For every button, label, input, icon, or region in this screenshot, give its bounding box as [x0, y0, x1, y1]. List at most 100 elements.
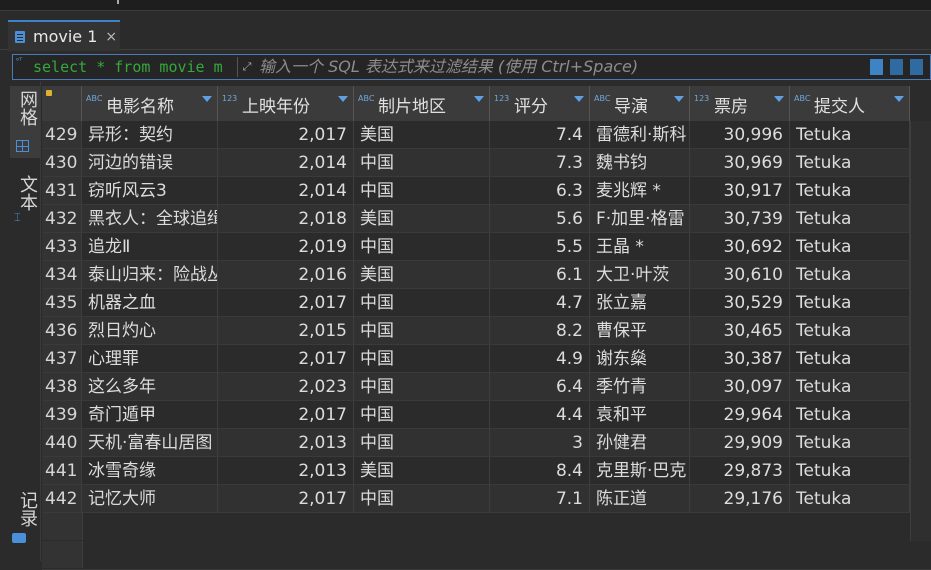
row-number-header[interactable] — [42, 86, 82, 121]
row-number[interactable]: 439 — [42, 401, 82, 429]
cell-score[interactable]: 3 — [490, 429, 590, 457]
cell-release-year[interactable]: 2,014 — [218, 177, 354, 205]
cell-region[interactable]: 中国 — [354, 233, 490, 261]
cell-movie-name[interactable]: 天机·富春山居图 — [82, 429, 218, 457]
cell-movie-name[interactable]: 冰雪奇缘 — [82, 457, 218, 485]
row-number[interactable]: 431 — [42, 177, 82, 205]
sort-arrow-icon[interactable] — [894, 96, 904, 102]
table-row[interactable]: 436 烈日灼心 2,015 中国 8.2 曹保平 30,465 Tetuka — [42, 317, 910, 345]
filter-input[interactable]: 输入一个 SQL 表达式来过滤结果 (使用 Ctrl+Space) — [259, 57, 638, 77]
cell-movie-name[interactable]: 窃听风云3 — [82, 177, 218, 205]
cell-release-year[interactable]: 2,019 — [218, 233, 354, 261]
table-row[interactable]: 442 记忆大师 2,017 中国 7.1 陈正道 29,176 Tetuka — [42, 485, 910, 513]
cell-movie-name[interactable]: 追龙Ⅱ — [82, 233, 218, 261]
cell-region[interactable]: 中国 — [354, 149, 490, 177]
cell-region[interactable]: 中国 — [354, 289, 490, 317]
cell-region[interactable]: 美国 — [354, 121, 490, 149]
cell-region[interactable]: 中国 — [354, 401, 490, 429]
cell-director[interactable]: 陈正道 — [590, 485, 690, 513]
table-row[interactable]: 440 天机·富春山居图 2,013 中国 3 孙健君 29,909 Tetuka — [42, 429, 910, 457]
cell-score[interactable]: 7.4 — [490, 121, 590, 149]
cell-box-office[interactable]: 30,465 — [690, 317, 790, 345]
cell-release-year[interactable]: 2,017 — [218, 401, 354, 429]
row-number[interactable]: 440 — [42, 429, 82, 457]
cell-submitter[interactable]: Tetuka — [790, 233, 910, 261]
tab-movie-1[interactable]: movie 1 × — [8, 20, 120, 51]
sql-query-field[interactable]: select * from movie m — [33, 57, 237, 77]
table-row[interactable]: 433 追龙Ⅱ 2,019 中国 5.5 王晶 * 30,692 Tetuka — [42, 233, 910, 261]
column-header-box-office[interactable]: 123 票房 — [690, 86, 790, 121]
row-number[interactable]: 430 — [42, 149, 82, 177]
table-row[interactable]: 439 奇门遁甲 2,017 中国 4.4 袁和平 29,964 Tetuka — [42, 401, 910, 429]
cell-submitter[interactable]: Tetuka — [790, 401, 910, 429]
cell-region[interactable]: 美国 — [354, 457, 490, 485]
cell-score[interactable]: 5.5 — [490, 233, 590, 261]
cell-submitter[interactable]: Tetuka — [790, 261, 910, 289]
cell-score[interactable]: 6.4 — [490, 373, 590, 401]
cell-director[interactable]: 雷德利·斯科 — [590, 121, 690, 149]
cell-release-year[interactable]: 2,018 — [218, 205, 354, 233]
cell-submitter[interactable]: Tetuka — [790, 317, 910, 345]
column-header-release-year[interactable]: 123 上映年份 — [218, 86, 354, 121]
cell-region[interactable]: 中国 — [354, 429, 490, 457]
cell-director[interactable]: F·加里·格雷 — [590, 205, 690, 233]
cell-submitter[interactable]: Tetuka — [790, 345, 910, 373]
cell-movie-name[interactable]: 烈日灼心 — [82, 317, 218, 345]
sort-arrow-icon[interactable] — [574, 96, 584, 102]
cell-submitter[interactable]: Tetuka — [790, 485, 910, 513]
column-header-submitter[interactable]: ABC 提交人 — [790, 86, 910, 121]
row-number[interactable]: 434 — [42, 261, 82, 289]
clear-filter-icon[interactable] — [890, 59, 903, 75]
apply-filter-icon[interactable] — [870, 59, 883, 75]
cell-box-office[interactable]: 30,529 — [690, 289, 790, 317]
cell-director[interactable]: 曹保平 — [590, 317, 690, 345]
table-row[interactable]: 438 这么多年 2,023 中国 6.4 季竹青 30,097 Tetuka — [42, 373, 910, 401]
cell-box-office[interactable]: 30,996 — [690, 121, 790, 149]
cell-region[interactable]: 中国 — [354, 373, 490, 401]
table-row[interactable]: 430 河边的错误 2,014 中国 7.3 魏书钧 30,969 Tetuka — [42, 149, 910, 177]
cell-box-office[interactable]: 29,964 — [690, 401, 790, 429]
cell-score[interactable]: 4.7 — [490, 289, 590, 317]
cell-region[interactable]: 中国 — [354, 345, 490, 373]
row-number[interactable]: 432 — [42, 205, 82, 233]
cell-director[interactable]: 孙健君 — [590, 429, 690, 457]
cell-director[interactable]: 谢东燊 — [590, 345, 690, 373]
cell-box-office[interactable]: 30,387 — [690, 345, 790, 373]
cell-region[interactable]: 美国 — [354, 205, 490, 233]
cell-movie-name[interactable]: 河边的错误 — [82, 149, 218, 177]
cell-region[interactable]: 中国 — [354, 485, 490, 513]
cell-submitter[interactable]: Tetuka — [790, 289, 910, 317]
cell-director[interactable]: 王晶 * — [590, 233, 690, 261]
cell-submitter[interactable]: Tetuka — [790, 373, 910, 401]
cell-movie-name[interactable]: 机器之血 — [82, 289, 218, 317]
row-number[interactable]: 438 — [42, 373, 82, 401]
cell-region[interactable]: 中国 — [354, 317, 490, 345]
cell-release-year[interactable]: 2,017 — [218, 345, 354, 373]
cell-director[interactable]: 大卫·叶茨 — [590, 261, 690, 289]
cell-region[interactable]: 中国 — [354, 177, 490, 205]
cell-submitter[interactable]: Tetuka — [790, 429, 910, 457]
table-row[interactable]: 431 窃听风云3 2,014 中国 6.3 麦兆辉 * 30,917 Tetuka — [42, 177, 910, 205]
cell-director[interactable]: 袁和平 — [590, 401, 690, 429]
cell-release-year[interactable]: 2,013 — [218, 457, 354, 485]
cell-submitter[interactable]: Tetuka — [790, 205, 910, 233]
cell-release-year[interactable]: 2,017 — [218, 121, 354, 149]
cell-submitter[interactable]: Tetuka — [790, 457, 910, 485]
cell-region[interactable]: 美国 — [354, 261, 490, 289]
row-number[interactable]: 435 — [42, 289, 82, 317]
sort-arrow-icon[interactable] — [338, 96, 348, 102]
cell-release-year[interactable]: 2,014 — [218, 149, 354, 177]
cell-director[interactable]: 张立嘉 — [590, 289, 690, 317]
cell-movie-name[interactable]: 心理罪 — [82, 345, 218, 373]
cell-score[interactable]: 8.2 — [490, 317, 590, 345]
cell-score[interactable]: 8.4 — [490, 457, 590, 485]
row-number[interactable]: 441 — [42, 457, 82, 485]
cell-movie-name[interactable]: 这么多年 — [82, 373, 218, 401]
row-number[interactable]: 433 — [42, 233, 82, 261]
grid-view-toggle[interactable]: 网格 — [10, 86, 40, 158]
column-header-movie-name[interactable]: ABC 电影名称 — [82, 86, 218, 121]
cell-box-office[interactable]: 30,739 — [690, 205, 790, 233]
cell-box-office[interactable]: 30,610 — [690, 261, 790, 289]
row-number[interactable]: 429 — [42, 121, 82, 149]
table-row[interactable]: 441 冰雪奇缘 2,013 美国 8.4 克里斯·巴克 29,873 Tetuka — [42, 457, 910, 485]
